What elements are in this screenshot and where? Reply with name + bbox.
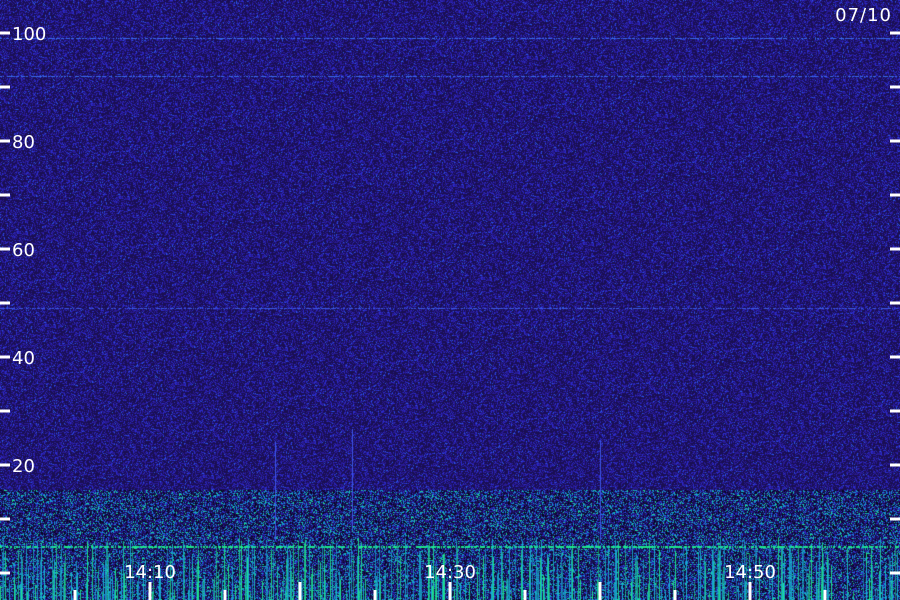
axis-overlay: 20 40 60 80 100 14:10 14:30 14:50 <box>0 24 900 600</box>
y-tick-label: 40 <box>12 348 35 369</box>
x-tick-label: 14:50 <box>724 562 776 583</box>
x-tick-label: 14:30 <box>424 562 476 583</box>
x-tick-label: 14:10 <box>124 562 176 583</box>
y-tick-label: 80 <box>12 132 35 153</box>
spectrogram-chart: 20 40 60 80 100 14:10 14:30 14:50 07/10 <box>0 0 900 600</box>
y-tick-label: 20 <box>12 456 35 477</box>
x-axis-ticks: 14:10 14:30 14:50 <box>73 562 827 600</box>
date-label: 07/10 <box>835 5 892 26</box>
y-tick-label: 100 <box>12 24 46 45</box>
y-tick-label: 60 <box>12 240 35 261</box>
y-axis-ticks: 20 40 60 80 100 <box>0 24 900 575</box>
